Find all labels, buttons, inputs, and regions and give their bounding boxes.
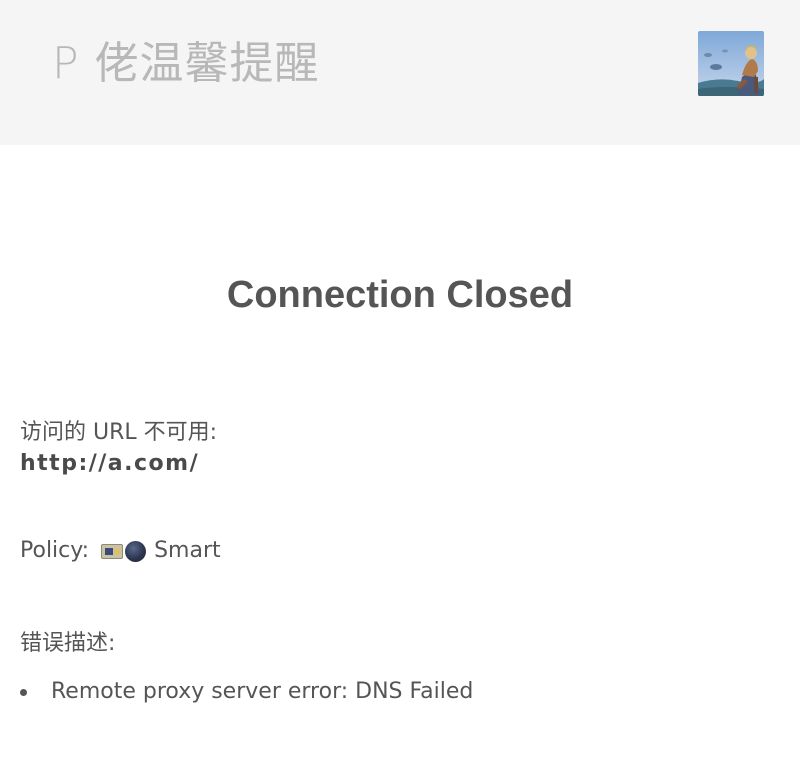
- policy-row: Policy: Smart: [20, 536, 221, 566]
- policy-icons: [101, 540, 147, 562]
- list-item: Remote proxy server error: DNS Failed: [20, 677, 473, 707]
- url-label: 访问的 URL 不可用:: [20, 420, 218, 445]
- error-text: Remote proxy server error: DNS Failed: [51, 679, 474, 704]
- globe-icon: [125, 540, 147, 562]
- policy-label: Policy:: [20, 538, 90, 563]
- header: P 佬温馨提醒: [0, 0, 800, 145]
- flag-icon: [101, 543, 124, 559]
- bullet-icon: [20, 689, 27, 696]
- avatar-image: [698, 31, 764, 96]
- policy-value: Smart: [154, 538, 221, 563]
- error-list: Remote proxy server error: DNS Failed: [20, 677, 473, 707]
- error-label: 错误描述:: [20, 631, 116, 656]
- page-title: Connection Closed: [226, 274, 574, 316]
- avatar[interactable]: [698, 31, 764, 96]
- url-value[interactable]: http://a.com/: [20, 449, 199, 479]
- brand-title: P 佬温馨提醒: [52, 38, 320, 89]
